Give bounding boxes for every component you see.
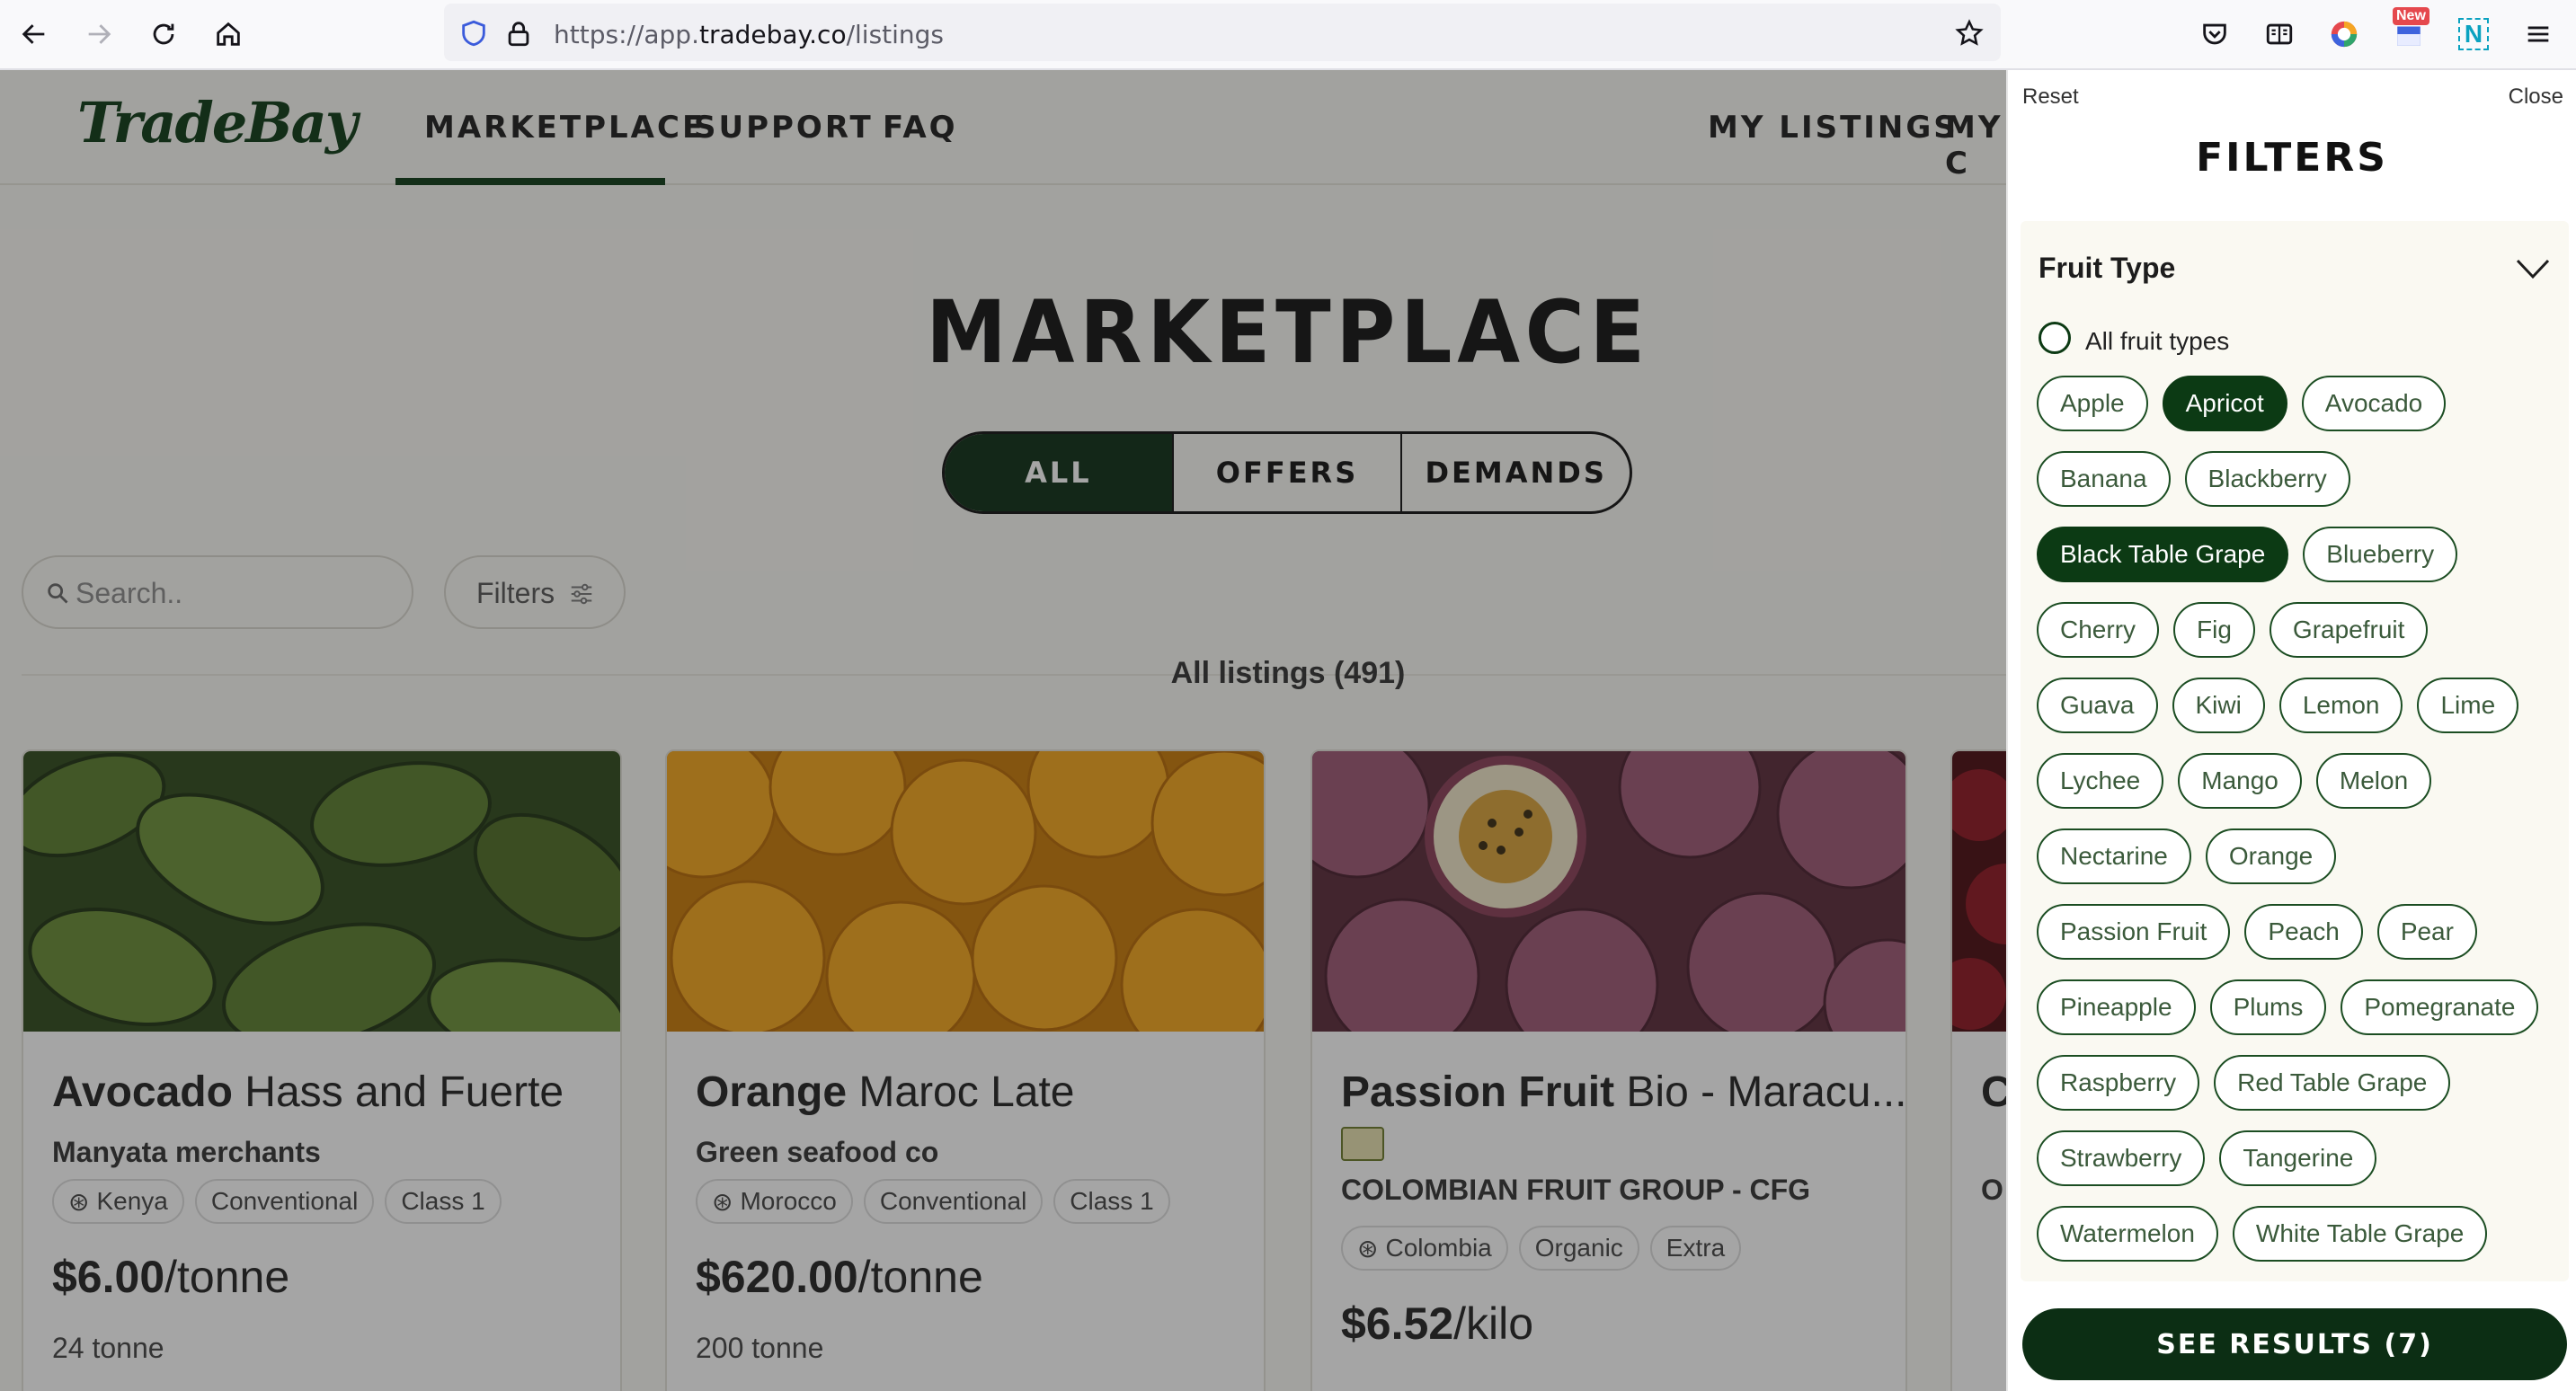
fruit-chip-apricot[interactable]: Apricot (2162, 376, 2287, 431)
drawer-title: FILTERS (2196, 135, 2388, 181)
forward-button[interactable] (77, 13, 120, 56)
fruit-chip-list: Apple Apricot Avocado Banana Blackberry Black… (2037, 376, 2567, 1281)
address-bar[interactable]: https://app.tradebay.co/listings (444, 4, 2001, 61)
fruit-chip-orange[interactable]: Orange (2205, 828, 2337, 884)
fruit-chip-avocado[interactable]: Avocado (2301, 376, 2447, 431)
fruit-chip-lemon[interactable]: Lemon (2278, 678, 2403, 733)
fruit-chip-banana[interactable]: Banana (2037, 451, 2171, 507)
fruit-chip-kiwi[interactable]: Kiwi (2172, 678, 2265, 733)
fruit-chip-melon[interactable]: Melon (2315, 753, 2432, 809)
star-icon[interactable] (1954, 18, 1985, 49)
fruit-chip-row: Passion Fruit Peach Pear (2037, 904, 2567, 979)
fruit-chip-row: Cherry Fig Grapefruit (2037, 602, 2567, 678)
reader-view-button[interactable] (2261, 16, 2297, 52)
back-button[interactable] (13, 13, 56, 56)
url-domain: tradebay.co (698, 20, 847, 49)
hamburger-icon (2527, 26, 2549, 42)
fruit-chip-row: Nectarine Orange (2037, 828, 2567, 904)
see-results-button[interactable]: SEE RESULTS (7) (2022, 1308, 2567, 1380)
fruit-chip-blueberry[interactable]: Blueberry (2303, 527, 2458, 582)
fruit-chip-watermelon[interactable]: Watermelon (2037, 1206, 2218, 1262)
arrow-left-icon (22, 24, 45, 44)
color-extension-button[interactable] (2326, 16, 2362, 52)
n-extension-icon: N (2457, 18, 2490, 50)
modal-backdrop[interactable] (0, 70, 2006, 1391)
fruit-chip-black-table-grape[interactable]: Black Table Grape (2037, 527, 2289, 582)
fruit-chip-lychee[interactable]: Lychee (2037, 753, 2164, 809)
fruit-chip-row: Raspberry Red Table Grape (2037, 1055, 2567, 1130)
fruit-chip-lime[interactable]: Lime (2417, 678, 2519, 733)
fruit-chip-strawberry[interactable]: Strawberry (2037, 1130, 2206, 1186)
close-button[interactable]: Close (2509, 84, 2563, 110)
url-text: https://app.tradebay.co/listings (554, 20, 944, 49)
fruit-chip-cherry[interactable]: Cherry (2037, 602, 2160, 658)
fruit-chip-row: Lychee Mango Melon (2037, 753, 2567, 828)
menu-button[interactable] (2520, 16, 2556, 52)
fruit-type-section: Fruit Type All fruit types Apple Apricot A… (2021, 221, 2569, 1281)
arrow-right-icon (88, 24, 111, 44)
fruit-chip-peach[interactable]: Peach (2244, 904, 2363, 960)
marketplace-page: TradeBay MARKETPLACE SUPPORT FAQ MY LIST… (0, 70, 2006, 1391)
fruit-chip-row: Banana Blackberry (2037, 451, 2567, 527)
color-wheel-icon (2331, 21, 2358, 48)
home-button[interactable] (207, 13, 250, 56)
reload-icon (153, 23, 174, 45)
reload-button[interactable] (142, 13, 185, 56)
reader-icon (2266, 23, 2293, 45)
fruit-chip-apple[interactable]: Apple (2037, 376, 2148, 431)
reset-button[interactable]: Reset (2022, 84, 2079, 110)
new-badge: New (2393, 7, 2429, 25)
fruit-chip-fig[interactable]: Fig (2173, 602, 2255, 658)
fruit-chip-tangerine[interactable]: Tangerine (2219, 1130, 2377, 1186)
fruit-chip-pear[interactable]: Pear (2376, 904, 2477, 960)
shield-icon[interactable] (458, 18, 489, 49)
home-icon (217, 22, 240, 46)
fruit-chip-row: Black Table Grape Blueberry (2037, 527, 2567, 602)
pocket-icon (2203, 23, 2226, 45)
fruit-chip-nectarine[interactable]: Nectarine (2037, 828, 2191, 884)
fruit-chip-row: Watermelon White Table Grape (2037, 1206, 2567, 1281)
fruit-chip-row: Guava Kiwi Lemon Lime (2037, 678, 2567, 753)
lock-icon[interactable] (503, 18, 534, 49)
fruit-chip-mango[interactable]: Mango (2178, 753, 2302, 809)
fruit-chip-row: Strawberry Tangerine (2037, 1130, 2567, 1206)
all-fruit-types-radio[interactable] (2039, 322, 2071, 354)
fruit-chip-white-table-grape[interactable]: White Table Grape (2232, 1206, 2488, 1262)
fruit-chip-guava[interactable]: Guava (2037, 678, 2158, 733)
fruit-chip-plums[interactable]: Plums (2209, 979, 2327, 1035)
fruit-chip-raspberry[interactable]: Raspberry (2037, 1055, 2200, 1111)
all-fruit-types-label[interactable]: All fruit types (2085, 327, 2229, 356)
url-path: /listings (846, 20, 945, 49)
fruit-chip-blackberry[interactable]: Blackberry (2184, 451, 2350, 507)
fruit-chip-row: Apple Apricot Avocado (2037, 376, 2567, 451)
fruit-chip-grapefruit[interactable]: Grapefruit (2269, 602, 2429, 658)
fruit-type-heading[interactable]: Fruit Type (2039, 252, 2175, 285)
fruit-chip-pomegranate[interactable]: Pomegranate (2341, 979, 2539, 1035)
filters-drawer: Reset Close FILTERS Fruit Type All fruit… (2006, 70, 2576, 1391)
pocket-button[interactable] (2197, 16, 2233, 52)
chevron-down-icon[interactable] (2515, 257, 2551, 280)
fruit-chip-row: Pineapple Plums Pomegranate (2037, 979, 2567, 1055)
fruit-chip-red-table-grape[interactable]: Red Table Grape (2214, 1055, 2451, 1111)
fruit-chip-passion-fruit[interactable]: Passion Fruit (2037, 904, 2231, 960)
fruit-chip-pineapple[interactable]: Pineapple (2037, 979, 2196, 1035)
browser-toolbar: https://app.tradebay.co/listings New N (0, 0, 2576, 70)
n-extension-button[interactable]: N (2456, 16, 2492, 52)
url-prefix: https://app. (554, 20, 699, 49)
new-extension-button[interactable]: New (2391, 7, 2429, 52)
